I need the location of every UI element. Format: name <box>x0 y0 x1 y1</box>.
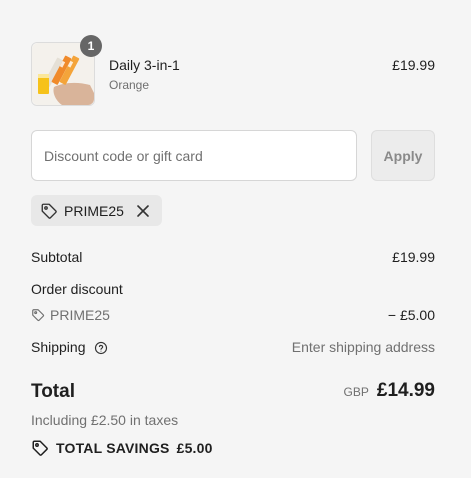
discount-code-line: PRIME25 <box>31 307 110 323</box>
product-thumbnail: 1 <box>31 35 102 106</box>
product-name: Daily 3-in-1 <box>109 57 180 73</box>
tag-icon <box>40 202 58 220</box>
product-variant: Orange <box>109 78 150 92</box>
total-amount-group: GBP £14.99 <box>344 380 435 402</box>
discount-code-input[interactable] <box>31 130 357 181</box>
total-savings-value: £5.00 <box>176 440 213 456</box>
total-savings: TOTAL SAVINGS £5.00 <box>31 439 213 457</box>
shipping-label: Shipping <box>31 339 86 355</box>
tag-icon <box>31 308 45 322</box>
total-amount: £14.99 <box>376 380 435 401</box>
tax-note: Including £2.50 in taxes <box>31 412 179 428</box>
applied-discount-code: PRIME25 <box>64 202 124 219</box>
line-item: 1 Daily 3-in-1 Orange £19.99 <box>31 35 435 106</box>
quantity-badge: 1 <box>80 35 102 57</box>
applied-discount-chip: PRIME25 <box>31 195 162 226</box>
shipping-row: Shipping Enter shipping address <box>31 339 435 355</box>
subtotal-label: Subtotal <box>31 249 83 265</box>
close-icon[interactable] <box>134 202 152 220</box>
currency-code: GBP <box>343 385 369 399</box>
question-circle-icon[interactable] <box>94 341 108 355</box>
discount-amount: − £5.00 <box>387 307 435 323</box>
discount-form: Apply <box>31 130 435 181</box>
order-summary: 1 Daily 3-in-1 Orange £19.99 Apply PRIME… <box>0 0 471 478</box>
order-discount-detail-row: PRIME25 − £5.00 <box>31 307 435 325</box>
shipping-value: Enter shipping address <box>291 339 435 355</box>
subtotal-value: £19.99 <box>392 249 435 265</box>
subtotal-row: Subtotal £19.99 <box>31 249 435 265</box>
order-discount-label: Order discount <box>31 281 123 297</box>
product-price: £19.99 <box>392 57 435 73</box>
discount-code-text: PRIME25 <box>50 307 110 323</box>
total-savings-label: TOTAL SAVINGS <box>56 440 170 456</box>
apply-button[interactable]: Apply <box>371 130 435 181</box>
tag-icon <box>31 439 49 457</box>
order-discount-row: Order discount <box>31 281 435 297</box>
total-label: Total <box>31 381 75 402</box>
